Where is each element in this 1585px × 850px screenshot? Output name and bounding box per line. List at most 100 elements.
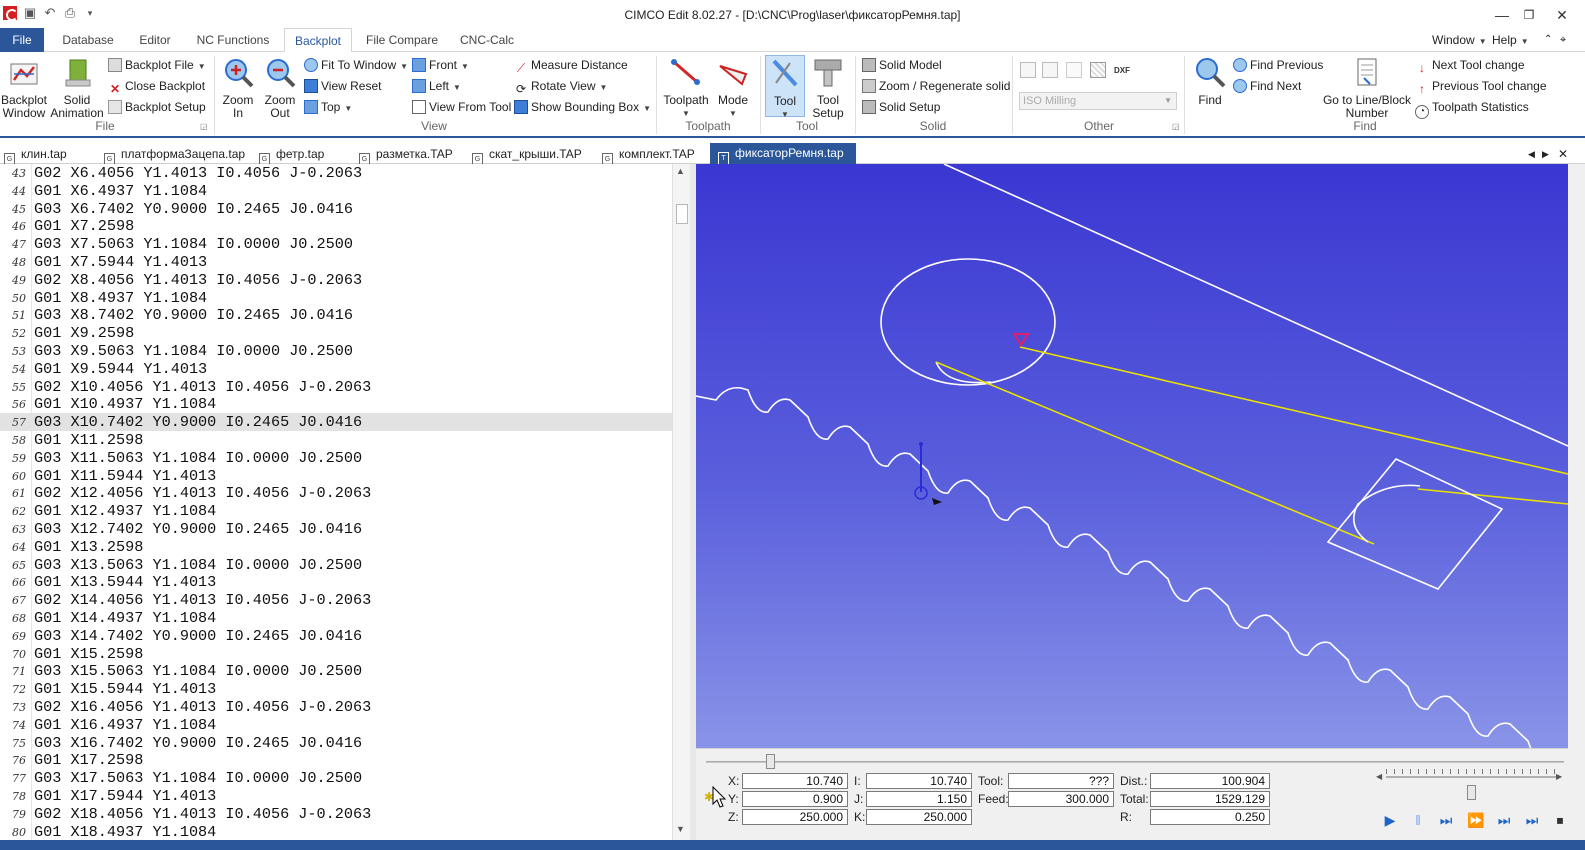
code-line[interactable]: 80 G01 X18.4937 Y1.1084 <box>0 823 672 840</box>
dialog-launcher-icon[interactable]: ◲ <box>1172 122 1180 131</box>
doc-tab[interactable]: Gскат_крыши.TAP <box>472 144 582 166</box>
play-button[interactable]: ▶ <box>1380 811 1400 829</box>
scroll-down-icon[interactable]: ▼ <box>676 824 685 834</box>
backplot-file-button[interactable]: Backplot File ▼ <box>108 56 206 74</box>
tab-nc-functions[interactable]: NC Functions <box>190 28 276 52</box>
code-line[interactable]: 54 G01 X9.5944 Y1.4013 <box>0 360 672 378</box>
code-line[interactable]: 56 G01 X10.4937 Y1.1084 <box>0 395 672 413</box>
speed-left-arrow-icon[interactable]: ◀ <box>1376 769 1382 785</box>
tab-backplot[interactable]: Backplot <box>284 28 352 53</box>
find-button[interactable]: Find <box>1190 56 1230 107</box>
zoom-regenerate-button[interactable]: Zoom / Regenerate solid <box>862 77 1010 95</box>
view-from-tool-button[interactable]: View From Tool <box>412 98 511 116</box>
code-line[interactable]: 69 G03 X14.7402 Y0.9000 I0.2465 J0.0416 <box>0 627 672 645</box>
tab-file[interactable]: File <box>0 28 44 52</box>
code-line[interactable]: 76 G01 X17.2598 <box>0 751 672 769</box>
solid-setup-button[interactable]: Solid Setup <box>862 98 940 116</box>
code-line[interactable]: 74 G01 X16.4937 Y1.1084 <box>0 716 672 734</box>
window-menu[interactable]: Window ▼ <box>1432 28 1487 52</box>
tab-cnc-calc[interactable]: CNC-Calc <box>454 28 520 52</box>
code-line[interactable]: 48 G01 X7.5944 Y1.4013 <box>0 253 672 271</box>
doc-tab[interactable]: Gклин.tap <box>4 144 67 166</box>
editor-scrollbar[interactable]: ▲ ▼ <box>672 164 690 840</box>
code-line[interactable]: 63 G03 X12.7402 Y0.9000 I0.2465 J0.0416 <box>0 520 672 538</box>
mode-button[interactable]: Mode ▼ <box>712 56 754 120</box>
page-icon[interactable] <box>1066 62 1082 78</box>
tab-scroll-left-icon[interactable]: ◀ <box>1528 144 1535 164</box>
pause-button[interactable]: ‖ <box>1408 811 1428 829</box>
close-button[interactable]: ✕ <box>1552 6 1572 24</box>
code-line[interactable]: 62 G01 X12.4937 Y1.1084 <box>0 502 672 520</box>
code-line[interactable]: 47 G03 X7.5063 Y1.1084 I0.0000 J0.2500 <box>0 235 672 253</box>
next-tool-change-button[interactable]: ↓ Next Tool change <box>1415 56 1525 75</box>
zoom-out-button[interactable]: Zoom Out <box>260 56 300 120</box>
doc-tab-active[interactable]: TфиксаторРемня.tap <box>710 143 856 165</box>
code-line[interactable]: 60 G01 X11.5944 Y1.4013 <box>0 467 672 485</box>
tab-editor[interactable]: Editor <box>130 28 180 52</box>
nc-code-editor[interactable]: 43 G02 X6.4056 Y1.4013 I0.4056 J-0.2063 44… <box>0 164 690 840</box>
code-line[interactable]: 50 G01 X8.4937 Y1.1084 <box>0 289 672 307</box>
code-line[interactable]: 59 G03 X11.5063 Y1.1084 I0.0000 J0.2500 <box>0 449 672 467</box>
backplot-setup-button[interactable]: Backplot Setup <box>108 98 206 116</box>
code-line[interactable]: 70 G01 X15.2598 <box>0 645 672 663</box>
code-line[interactable]: 75 G03 X16.7402 Y0.9000 I0.2465 J0.0416 <box>0 734 672 752</box>
doc-tab[interactable]: Gразметка.TAP <box>359 144 453 166</box>
minimize-button[interactable]: — <box>1492 6 1512 24</box>
go-to-line-button[interactable]: Go to Line/Block Number <box>1322 56 1412 120</box>
tab-file-compare[interactable]: File Compare <box>362 28 442 52</box>
code-line[interactable]: 67 G02 X14.4056 Y1.4013 I0.4056 J-0.2063 <box>0 591 672 609</box>
help-menu[interactable]: Help ▼ <box>1492 28 1529 52</box>
code-line[interactable]: 73 G02 X16.4056 Y1.4013 I0.4056 J-0.2063 <box>0 698 672 716</box>
left-view-button[interactable]: Left ▼ <box>412 77 461 95</box>
step-forward-button[interactable]: ⏭ <box>1436 811 1456 829</box>
code-line[interactable]: 77 G03 X17.5063 Y1.1084 I0.0000 J0.2500 <box>0 769 672 787</box>
tab-scroll-right-icon[interactable]: ▶ <box>1542 144 1549 164</box>
code-line[interactable]: 55 G02 X10.4056 Y1.4013 I0.4056 J-0.2063 <box>0 378 672 396</box>
speed-slider-thumb[interactable] <box>1467 785 1476 800</box>
front-view-button[interactable]: Front ▼ <box>412 56 469 74</box>
code-line[interactable]: 49 G02 X8.4056 Y1.4013 I0.4056 J-0.2063 <box>0 271 672 289</box>
code-line[interactable]: 44 G01 X6.4937 Y1.1084 <box>0 182 672 200</box>
code-line[interactable]: 43 G02 X6.4056 Y1.4013 I0.4056 J-0.2063 <box>0 164 672 182</box>
top-view-button[interactable]: Top ▼ <box>304 98 352 116</box>
scrollbar-thumb[interactable] <box>676 204 688 224</box>
find-previous-button[interactable]: Find Previous <box>1233 56 1323 74</box>
doc-tab[interactable]: GплатформаЗацепа.tap <box>104 144 245 166</box>
ribbon-collapse-icon[interactable]: ⌃ <box>1544 28 1552 52</box>
rotate-view-button[interactable]: ⟳ Rotate View ▼ <box>514 77 607 96</box>
code-line[interactable]: 61 G02 X12.4056 Y1.4013 I0.4056 J-0.2063 <box>0 484 672 502</box>
code-line[interactable]: 71 G03 X15.5063 Y1.1084 I0.0000 J0.2500 <box>0 662 672 680</box>
timeline-slider-thumb[interactable] <box>766 754 776 769</box>
doc-tab[interactable]: Gфетр.tap <box>259 144 324 166</box>
scroll-up-icon[interactable]: ▲ <box>676 166 685 176</box>
backplot-viewport[interactable] <box>696 164 1568 748</box>
grid-icon[interactable] <box>1042 62 1058 78</box>
machine-type-select[interactable]: ISO Milling ▼ <box>1019 92 1177 110</box>
ribbon-pin-icon[interactable]: ⌖ <box>1560 28 1566 52</box>
code-line[interactable]: 58 G01 X11.2598 <box>0 431 672 449</box>
timeline-slider-track[interactable] <box>706 761 1564 763</box>
code-line[interactable]: 57 G03 X10.7402 Y0.9000 I0.2465 J0.0416 <box>0 413 672 432</box>
show-bounding-box-button[interactable]: Show Bounding Box ▼ <box>514 98 651 116</box>
code-line[interactable]: 65 G03 X13.5063 Y1.1084 I0.0000 J0.2500 <box>0 556 672 574</box>
axis-icon[interactable] <box>1020 62 1036 78</box>
doc-tab[interactable]: Gкомплект.TAP <box>602 144 695 166</box>
fit-to-window-button[interactable]: Fit To Window ▼ <box>304 56 408 74</box>
dialog-launcher-icon[interactable]: ◲ <box>200 122 208 131</box>
view-reset-button[interactable]: View Reset <box>304 77 381 95</box>
code-line[interactable]: 64 G01 X13.2598 <box>0 538 672 556</box>
speed-slider-track[interactable] <box>1386 776 1556 778</box>
code-line[interactable]: 66 G01 X13.5944 Y1.4013 <box>0 573 672 591</box>
tool-setup-button[interactable]: Tool Setup <box>808 56 848 120</box>
tool-toggle-button[interactable]: Tool ▼ <box>765 55 805 119</box>
step-z-button[interactable]: ⏭ <box>1494 811 1514 829</box>
speed-right-arrow-icon[interactable]: ▶ <box>1556 769 1562 785</box>
close-backplot-button[interactable]: ✕ Close Backplot <box>108 77 205 96</box>
solid-model-button[interactable]: Solid Model <box>862 56 942 74</box>
zoom-in-button[interactable]: Zoom In <box>218 56 258 120</box>
step-to-tool-change-button[interactable]: ⏩ <box>1466 811 1486 829</box>
tab-database[interactable]: Database <box>56 28 120 52</box>
dxf-icon[interactable]: DXF <box>1114 62 1130 78</box>
toolpath-button[interactable]: Toolpath ▼ <box>660 56 712 120</box>
code-line[interactable]: 46 G01 X7.2598 <box>0 217 672 235</box>
